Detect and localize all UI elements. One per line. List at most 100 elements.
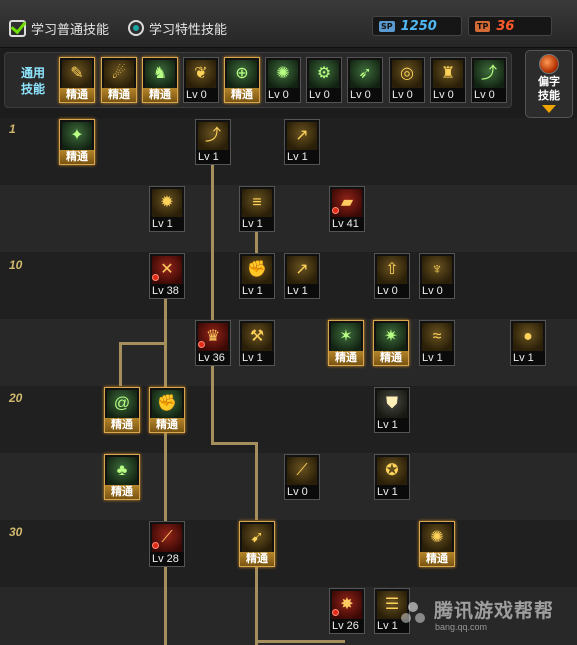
tree-skill-r0-b[interactable]: ⤴ Lv 1 [195,119,231,165]
green-strike-icon: ✦ [62,122,92,150]
skill-level-caption: Lv 1 [240,217,274,231]
checkbox-checked-icon[interactable] [9,19,26,37]
dodge-figure-icon: ☄ [104,60,134,88]
tab-normal-skills[interactable]: 学习普通技能 [9,16,109,40]
tree-skill-r6-c[interactable]: ✺ 精通 [419,521,455,567]
tree-skill-r1-c[interactable]: ▰ Lv 41 [329,186,365,232]
armored-warrior-icon: ♜ [433,60,463,88]
general-skills-label: 通用 技能 [21,65,45,97]
swirl-eye-icon: ◎ [392,60,422,88]
watermark-title: 腾讯游戏帮帮 [434,601,555,622]
tree-skill-r4-c[interactable]: ⛊ Lv 1 [374,387,410,433]
red-dot-badge-icon [152,274,159,281]
tree-skill-r0-a[interactable]: ✦ 精通 [59,119,95,165]
tab-normal-skills-label: 学习普通技能 [31,21,110,37]
green-spirit-icon: ♣ [107,457,137,485]
tree-skill-r5-c[interactable]: ✪ Lv 1 [374,454,410,500]
skill-level-caption: 精通 [105,418,139,432]
tree-skill-r5-b[interactable]: ⟋ Lv 0 [284,454,320,500]
chevron-down-icon[interactable] [542,105,556,113]
general-skill-6[interactable]: ✺ Lv 0 [265,57,301,103]
skill-level-caption: Lv 0 [420,284,454,298]
tree-skill-r3-d[interactable]: ✷ 精通 [373,320,409,366]
general-skill-10[interactable]: ♜ Lv 0 [430,57,466,103]
general-skill-11[interactable]: ⤴ Lv 0 [471,57,507,103]
connector-line [211,442,258,445]
leaping-figure-icon: ⤴ [474,60,504,88]
kick-figure-icon: ↗ [287,122,317,150]
watermark-url: bang.qq.com [435,622,488,632]
tab-trait-skills[interactable]: 学习特性技能 [128,16,227,40]
dash-lines-icon: ≡ [242,189,272,217]
general-skill-7[interactable]: ⚙ Lv 0 [306,57,342,103]
skill-level-caption: 精通 [374,351,408,365]
grenade-icon: ● [513,323,543,351]
axe-swing-icon: ⚒ [242,323,272,351]
general-label-line2: 技能 [21,82,46,96]
tree-skill-r4-a[interactable]: @ 精通 [104,387,140,433]
tp-value: 36 [496,18,515,34]
gold-kick-icon: ➹ [242,524,272,552]
tree-skill-r2-c[interactable]: ↗ Lv 1 [284,253,320,299]
tree-skill-r2-e[interactable]: ♆ Lv 0 [419,253,455,299]
skill-level-caption: Lv 1 [375,485,409,499]
sp-points: SP 1250 [372,16,462,36]
rise-arrow-icon: ⇧ [377,256,407,284]
radio-selected-icon[interactable] [128,20,144,36]
skill-level-caption: Lv 0 [390,88,424,102]
connector-line [255,231,258,254]
skill-level-caption: Lv 0 [184,88,218,102]
general-skill-4[interactable]: ❦ Lv 0 [183,57,219,103]
skill-level-caption: Lv 38 [150,284,184,298]
tree-band [0,386,577,453]
burst-icon: ✹ [152,189,182,217]
skill-level-caption: 精通 [420,552,454,566]
tree-skill-r4-b[interactable]: ✊ 精通 [149,387,185,433]
skill-level-caption: Lv 1 [240,284,274,298]
radar-orb-icon: ✺ [268,60,298,88]
tree-skill-r3-b[interactable]: ⚒ Lv 1 [239,320,275,366]
skill-level-caption: Lv 1 [511,351,545,365]
tree-skill-r3-c[interactable]: ✶ 精通 [328,320,364,366]
green-swirl-icon: @ [107,390,137,418]
bangbang-logo-icon [401,602,425,623]
flying-figure-icon: ➶ [350,60,380,88]
tree-skill-r1-a[interactable]: ✹ Lv 1 [149,186,185,232]
tree-skill-r6-b[interactable]: ➹ 精通 [239,521,275,567]
tree-skill-r0-c[interactable]: ↗ Lv 1 [284,119,320,165]
flame-orb-icon [539,54,559,74]
skill-level-caption: Lv 0 [266,88,300,102]
tab-trait-skills-label: 学习特性技能 [149,21,228,37]
tree-skill-r3-a[interactable]: ♛ Lv 36 [195,320,231,366]
skill-level-caption: Lv 36 [196,351,230,365]
tree-skill-r2-b[interactable]: ✊ Lv 1 [239,253,275,299]
demon-mask-icon: ♆ [422,256,452,284]
tp-tag: TP [475,20,491,32]
red-dot-badge-icon [152,542,159,549]
general-label-line1: 通用 [21,66,46,80]
general-skill-5[interactable]: ⊕ 精通 [224,57,260,103]
tree-skill-r6-a[interactable]: ⟋ Lv 28 [149,521,185,567]
connector-line [164,299,167,645]
tree-skill-r5-a[interactable]: ♣ 精通 [104,454,140,500]
tree-skill-r3-f[interactable]: ● Lv 1 [510,320,546,366]
skill-level-caption: 精通 [143,88,177,102]
tree-skill-r7-a[interactable]: ✸ Lv 26 [329,588,365,634]
exclusive-skills-button[interactable]: 偏字 技能 [525,50,573,118]
tree-skill-r2-a[interactable]: ✕ Lv 38 [149,253,185,299]
gear-figure-icon: ⚙ [309,60,339,88]
skill-level-caption: Lv 0 [348,88,382,102]
tree-skill-r3-e[interactable]: ≈ Lv 1 [419,320,455,366]
skill-level-caption: Lv 1 [285,284,319,298]
general-skill-2[interactable]: ☄ 精通 [101,57,137,103]
general-skills-panel: 通用 技能 ✎ 精通 ☄ 精通 ♞ 精通 ❦ Lv 0 ⊕ 精通 ✺ Lv 0 ⚙ Lv 0 ➶ Lv 0 ◎ L… [4,52,512,108]
general-skill-3[interactable]: ♞ 精通 [142,57,178,103]
tree-skill-r2-d[interactable]: ⇧ Lv 0 [374,253,410,299]
general-skill-1[interactable]: ✎ 精通 [59,57,95,103]
skill-level-caption: 精通 [102,88,136,102]
connector-line [211,165,214,445]
tree-skill-r1-b[interactable]: ≡ Lv 1 [239,186,275,232]
connector-line [119,342,167,345]
general-skill-9[interactable]: ◎ Lv 0 [389,57,425,103]
general-skill-8[interactable]: ➶ Lv 0 [347,57,383,103]
